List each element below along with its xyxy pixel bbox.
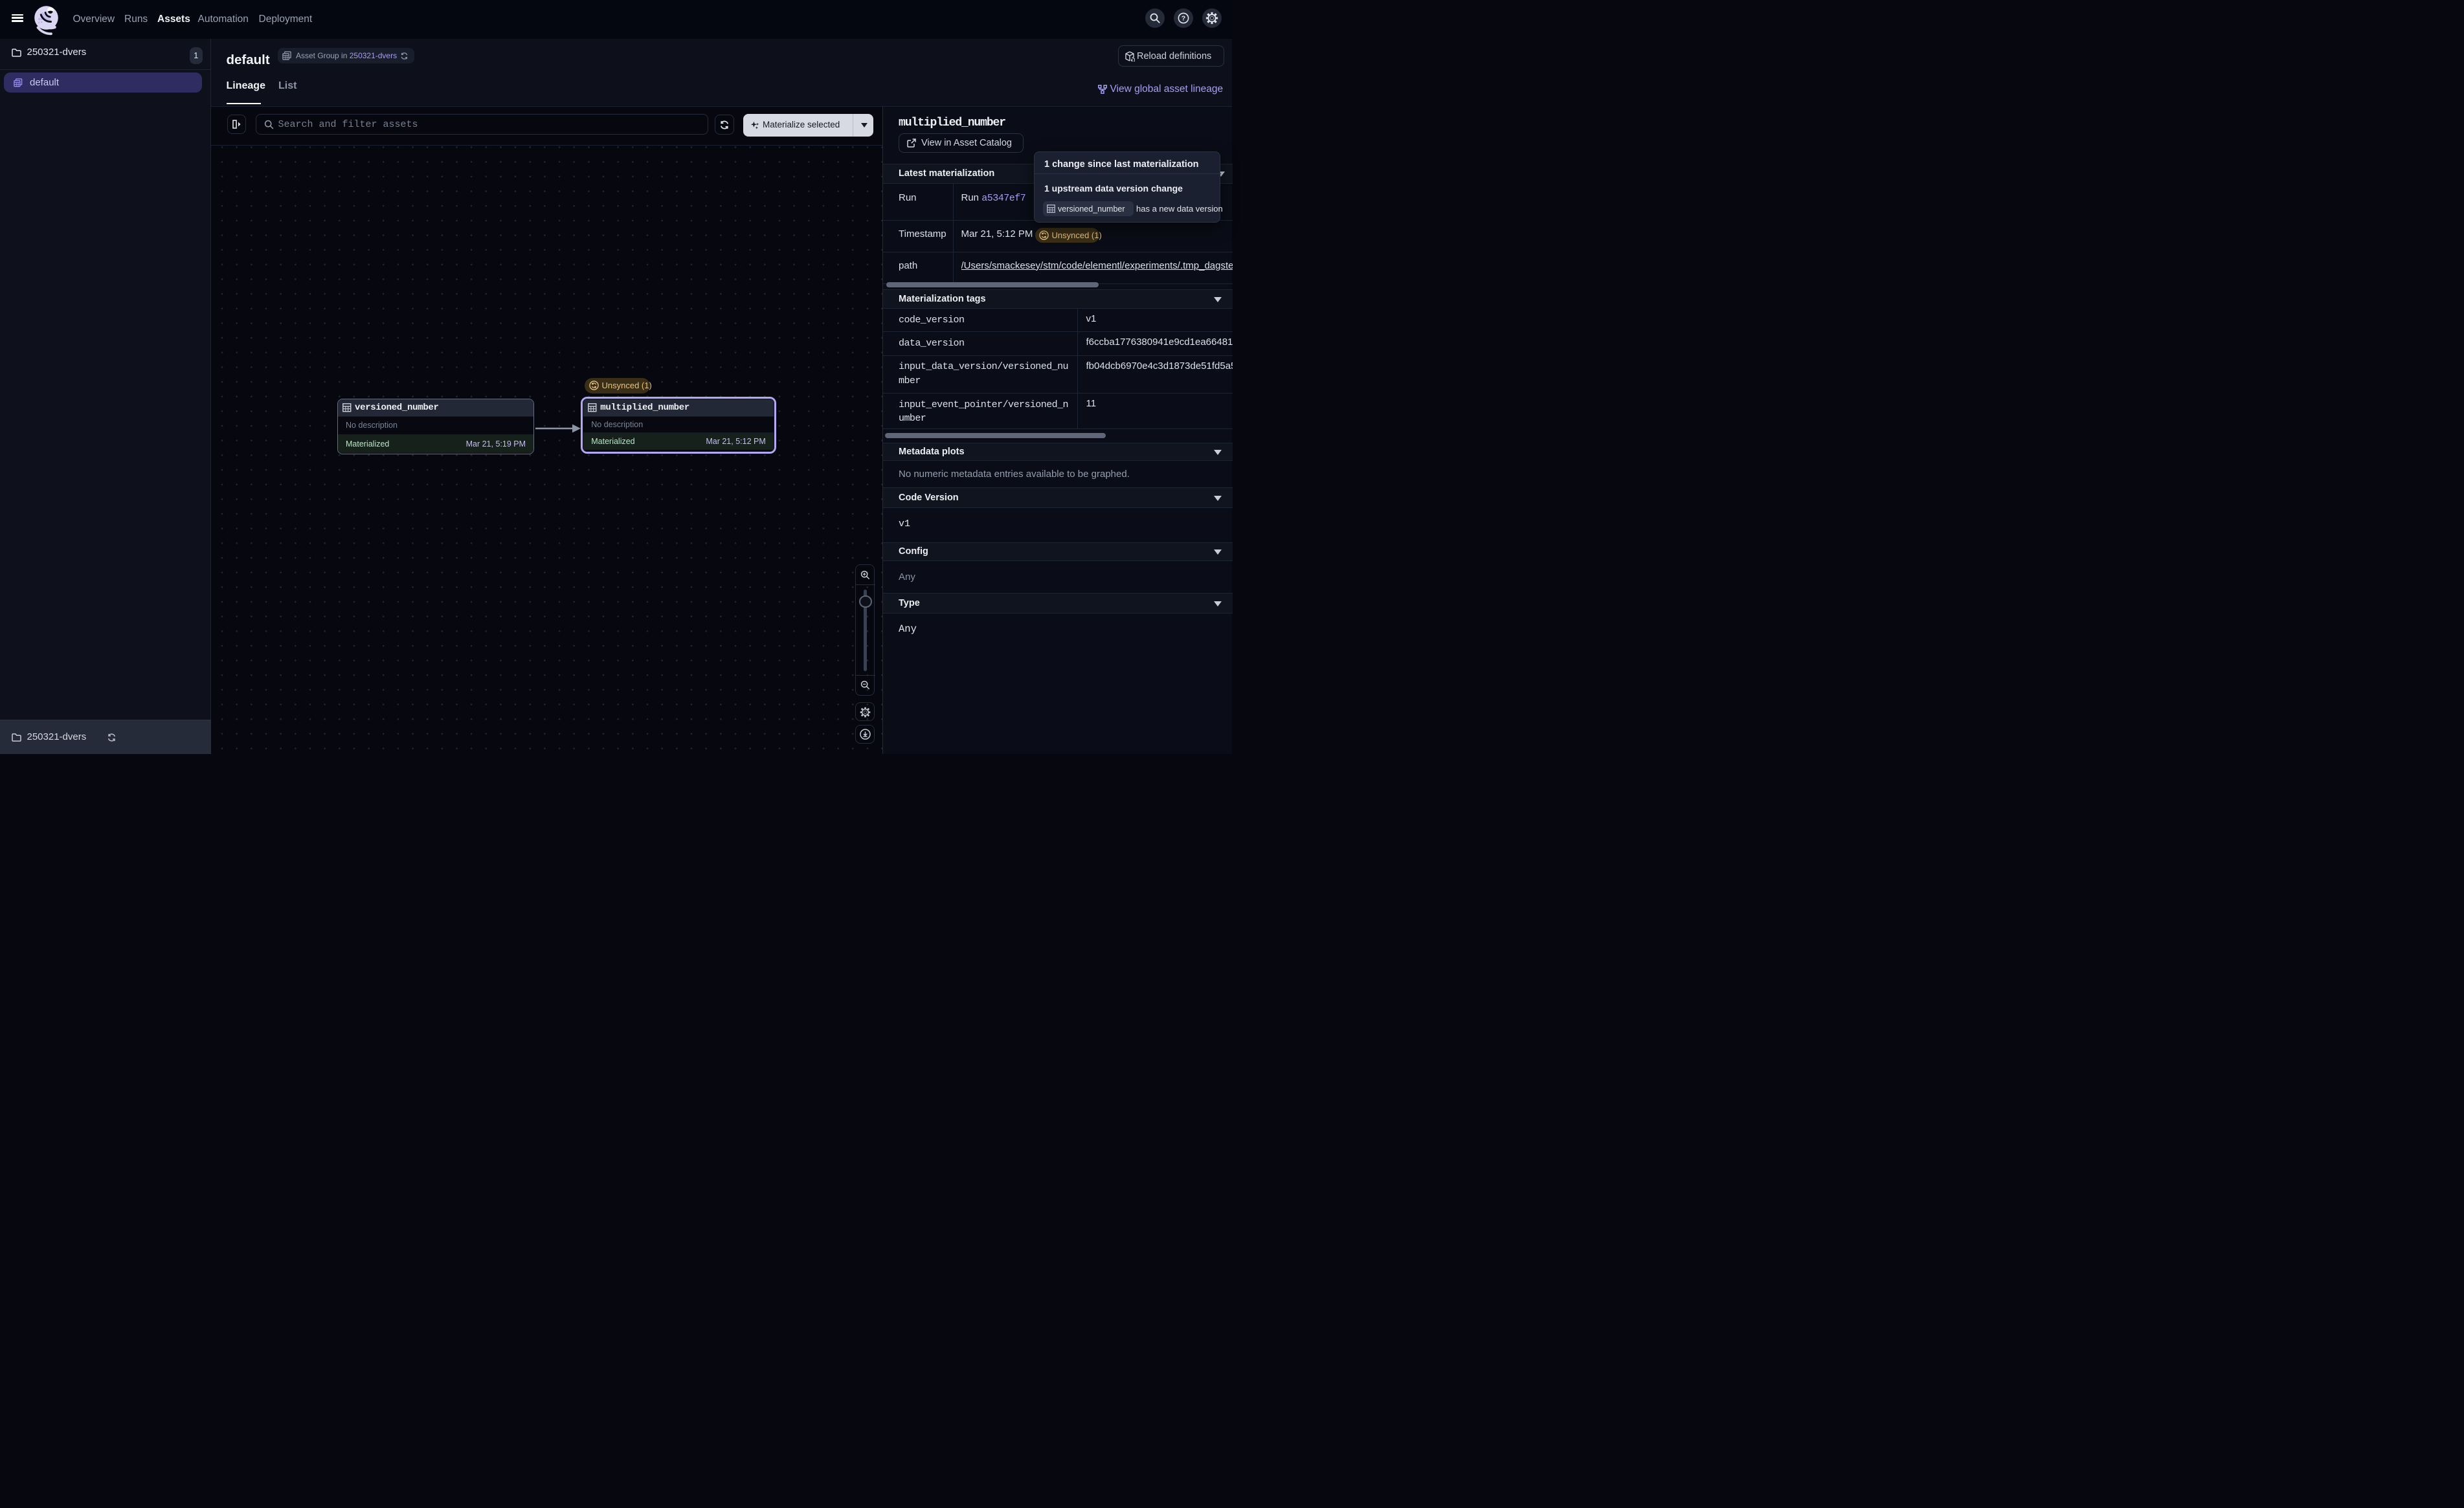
- svg-text:?: ?: [1182, 14, 1185, 22]
